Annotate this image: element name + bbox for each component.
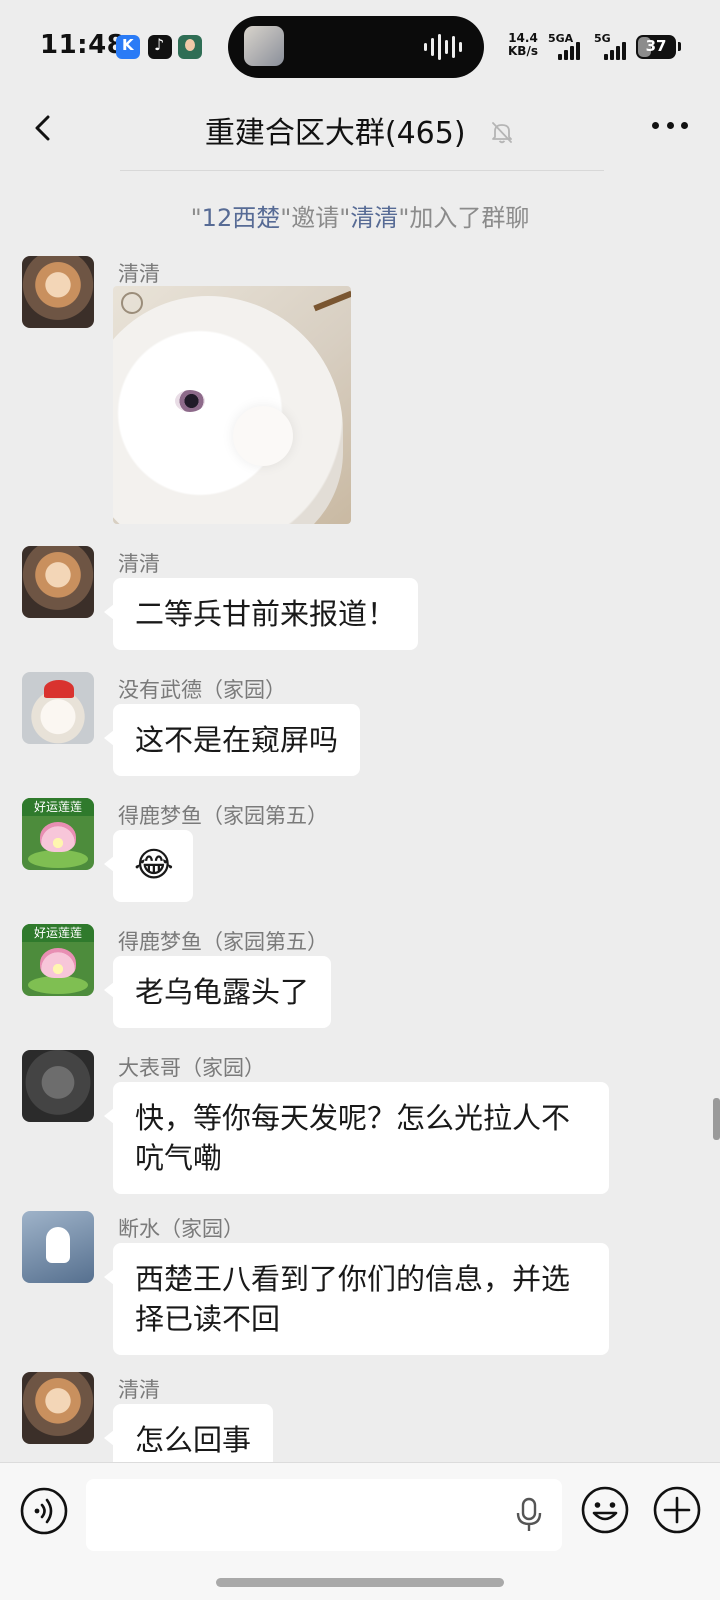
sender-name: 大表哥（家园） <box>118 1056 265 1080</box>
network-speed: 14.4 KB/s <box>508 32 538 58</box>
system-message: "12西楚"邀请"清清"加入了群聊 <box>190 204 530 232</box>
cat-eye <box>175 390 205 412</box>
kitten-avatar[interactable] <box>22 256 94 328</box>
chat-title-area[interactable]: 重建合区大群(465) <box>0 108 720 152</box>
watermark-icon <box>121 292 143 314</box>
system-action: 邀请 <box>291 204 340 232</box>
message-bubble[interactable]: 西楚王八看到了你们的信息，并选择已读不回 <box>104 1243 609 1355</box>
lotus-avatar[interactable]: 好运莲莲 <box>22 924 94 996</box>
kitten-avatar[interactable] <box>22 1372 94 1444</box>
chat-title: 重建合区大群(465) <box>204 116 466 151</box>
message-bubble[interactable]: 二等兵甘前来报道！ <box>103 578 419 650</box>
dynamic-island[interactable] <box>228 16 484 78</box>
k-app-notification-icon <box>116 35 140 59</box>
audio-wave-icon <box>424 34 462 60</box>
tears-of-joy-emoji-icon: 😂 <box>134 845 174 885</box>
message-bubble[interactable]: 快，等你每天发呢？怎么光拉人不吭气嘞 <box>104 1082 609 1194</box>
avatar-banner: 好运莲莲 <box>22 924 94 942</box>
battery-icon: 37 <box>636 35 676 59</box>
santa-hat <box>44 680 74 698</box>
chat-screen: 11:48 14.4 KB/s 5GA 5G <box>0 0 720 1600</box>
rainy-figure-avatar[interactable] <box>22 1211 94 1283</box>
battery-tip <box>678 42 681 51</box>
sender-name: 断水（家园） <box>118 1217 244 1241</box>
home-indicator[interactable] <box>216 1578 504 1587</box>
cat-paw <box>233 406 293 466</box>
system-suffix: 加入了群聊 <box>409 204 530 232</box>
microphone-icon[interactable] <box>514 1497 544 1533</box>
message-bubble[interactable]: 这不是在窥屏吗 <box>103 704 361 776</box>
add-attachment-icon[interactable] <box>652 1485 702 1535</box>
grey-cat-avatar[interactable] <box>22 1050 94 1122</box>
status-bar: 11:48 14.4 KB/s 5GA 5G <box>0 0 720 88</box>
sender-name: 得鹿梦鱼（家园第五） <box>118 804 328 828</box>
more-options-icon[interactable] <box>652 122 688 132</box>
tiktok-notification-icon <box>148 35 172 59</box>
media-thumbnail <box>244 26 284 66</box>
kitten-avatar[interactable] <box>22 546 94 618</box>
avatar-banner: 好运莲莲 <box>22 798 94 816</box>
lotus-avatar[interactable]: 好运莲莲 <box>22 798 94 870</box>
network-speed-unit: KB/s <box>508 44 538 58</box>
sender-name: 清清 <box>118 1378 160 1402</box>
message-input[interactable] <box>86 1479 562 1551</box>
message-bubble[interactable]: 老乌龟露头了 <box>103 956 332 1028</box>
voice-mode-icon[interactable] <box>20 1487 68 1535</box>
status-time: 11:48 <box>40 30 126 60</box>
sender-name: 清清 <box>118 552 160 576</box>
inviter-link[interactable]: 12西楚 <box>202 204 281 232</box>
image-message[interactable] <box>113 286 351 524</box>
teddy-bear-avatar[interactable] <box>22 672 94 744</box>
emoji-icon[interactable] <box>580 1485 630 1535</box>
sender-name: 清清 <box>118 262 160 286</box>
chat-header: 重建合区大群(465) <box>0 88 720 168</box>
avatar-app-notification-icon <box>178 35 202 59</box>
sender-name: 得鹿梦鱼（家园第五） <box>118 930 328 954</box>
message-bubble[interactable]: 😂 <box>104 830 193 902</box>
scrollbar-thumb[interactable] <box>713 1098 720 1140</box>
battery-level: 37 <box>645 37 667 55</box>
invitee-link[interactable]: 清清 <box>350 204 398 232</box>
divider <box>120 170 604 171</box>
mute-bell-icon <box>492 122 513 144</box>
sender-name: 没有武德（家园） <box>118 678 286 702</box>
